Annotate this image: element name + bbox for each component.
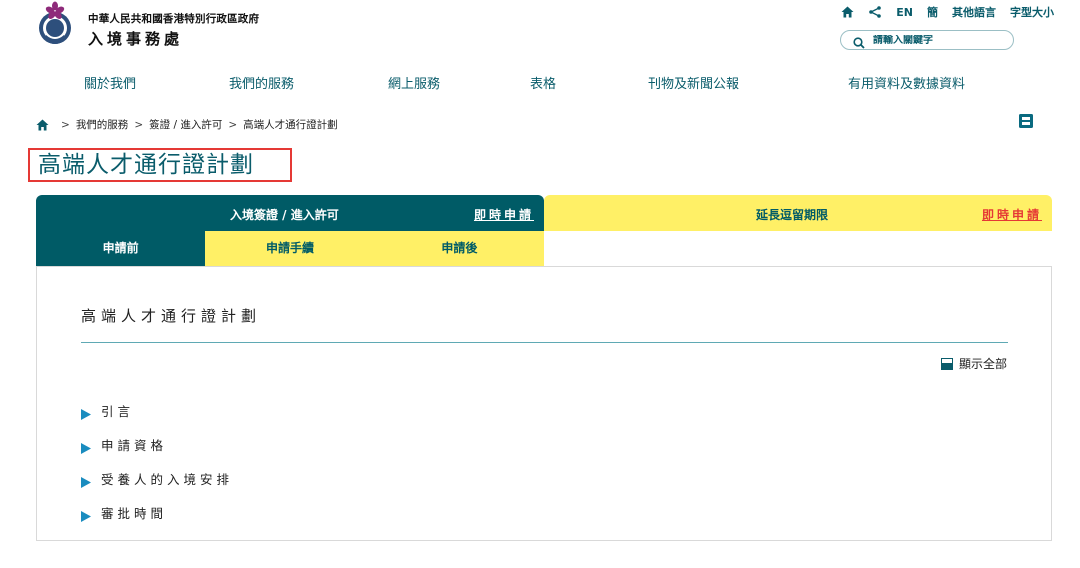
page-title: 高端人才通行證計劃	[28, 148, 292, 182]
section-label: 引言	[101, 403, 135, 419]
section-label: 受養人的入境安排	[101, 471, 234, 487]
section-label: 申請資格	[101, 437, 168, 453]
section-processing-time[interactable]: 審批時間	[81, 501, 233, 523]
print-icon[interactable]	[1019, 113, 1033, 128]
expand-arrow-icon	[81, 439, 91, 454]
tab-entry-visa-label: 入境簽證 / 進入許可	[230, 208, 339, 222]
section-eligibility[interactable]: 申請資格	[81, 433, 233, 455]
panel-heading: 高端人才通行證計劃	[81, 307, 262, 325]
expand-arrow-icon	[81, 507, 91, 522]
other-languages-link[interactable]: 其他語言	[952, 4, 996, 20]
extension-apply-now-link[interactable]: 即時申請	[982, 206, 1042, 223]
search-box	[840, 30, 1014, 50]
main-navigation: 關於我們 我們的服務 網上服務 表格 刊物及新聞公報 有用資料及數據資料	[0, 73, 1080, 93]
immd-logo[interactable]	[36, 1, 74, 47]
panel-divider	[81, 342, 1008, 343]
breadcrumb: > 我們的服務 > 簽證 / 進入許可 > 高端人才通行證計劃	[36, 117, 338, 132]
home-icon[interactable]	[840, 5, 854, 19]
content-panel: 高端人才通行證計劃 顯示全部 引言 申請資格 受養人的入境安排 審批時間	[36, 266, 1052, 541]
nav-useful-information[interactable]: 有用資料及數據資料	[848, 73, 965, 92]
nav-publications-press[interactable]: 刊物及新聞公報	[648, 73, 739, 92]
tab-extension-label: 延長逗留期限	[756, 208, 829, 222]
secondary-tabs: 申請前 申請手續 申請後	[36, 231, 544, 266]
expand-arrow-icon	[81, 473, 91, 488]
breadcrumb-our-services[interactable]: 我們的服務	[76, 117, 129, 132]
lang-sc-link[interactable]: 簡	[927, 4, 938, 20]
primary-tabs: 入境簽證 / 進入許可 即時申請 延長逗留期限 即時申請	[36, 195, 1052, 231]
font-size-link[interactable]: 字型大小	[1010, 4, 1054, 20]
lang-en-link[interactable]: EN	[896, 6, 913, 19]
search-icon[interactable]	[853, 34, 865, 49]
breadcrumb-visas-permits[interactable]: 簽證 / 進入許可	[149, 117, 222, 132]
breadcrumb-separator: >	[61, 118, 70, 131]
section-introduction[interactable]: 引言	[81, 399, 233, 421]
subtab-after-application[interactable]: 申請後	[374, 231, 544, 266]
breadcrumb-separator: >	[134, 118, 144, 131]
subtab-before-application[interactable]: 申請前	[36, 231, 206, 266]
utility-bar: EN 簡 其他語言 字型大小	[840, 4, 1054, 20]
show-all-toggle[interactable]: 顯示全部	[940, 355, 1007, 372]
nav-about-us[interactable]: 關於我們	[84, 73, 136, 92]
tab-extension-of-stay[interactable]: 延長逗留期限 即時申請	[544, 195, 1052, 231]
nav-forms[interactable]: 表格	[530, 73, 556, 92]
search-input[interactable]	[873, 34, 993, 46]
breadcrumb-current-page: 高端人才通行證計劃	[243, 119, 338, 131]
section-dependants[interactable]: 受養人的入境安排	[81, 467, 233, 489]
show-all-label: 顯示全部	[958, 357, 1007, 371]
breadcrumb-separator: >	[228, 118, 238, 131]
section-label: 審批時間	[101, 505, 168, 521]
department-name[interactable]: 入境事務處	[88, 28, 183, 49]
government-name: 中華人民共和國香港特別行政區政府	[88, 13, 260, 25]
expand-arrow-icon	[81, 405, 91, 420]
section-list: 引言 申請資格 受養人的入境安排 審批時間	[81, 399, 233, 535]
tab-entry-visa[interactable]: 入境簽證 / 進入許可 即時申請	[36, 195, 544, 231]
nav-online-services[interactable]: 網上服務	[388, 73, 440, 92]
breadcrumb-home-icon[interactable]	[36, 119, 49, 131]
entry-visa-apply-now-link[interactable]: 即時申請	[474, 206, 534, 223]
share-icon[interactable]	[868, 5, 882, 19]
nav-our-services[interactable]: 我們的服務	[229, 73, 294, 92]
subtab-application-procedure[interactable]: 申請手續	[205, 231, 375, 266]
expand-all-icon	[940, 357, 953, 370]
